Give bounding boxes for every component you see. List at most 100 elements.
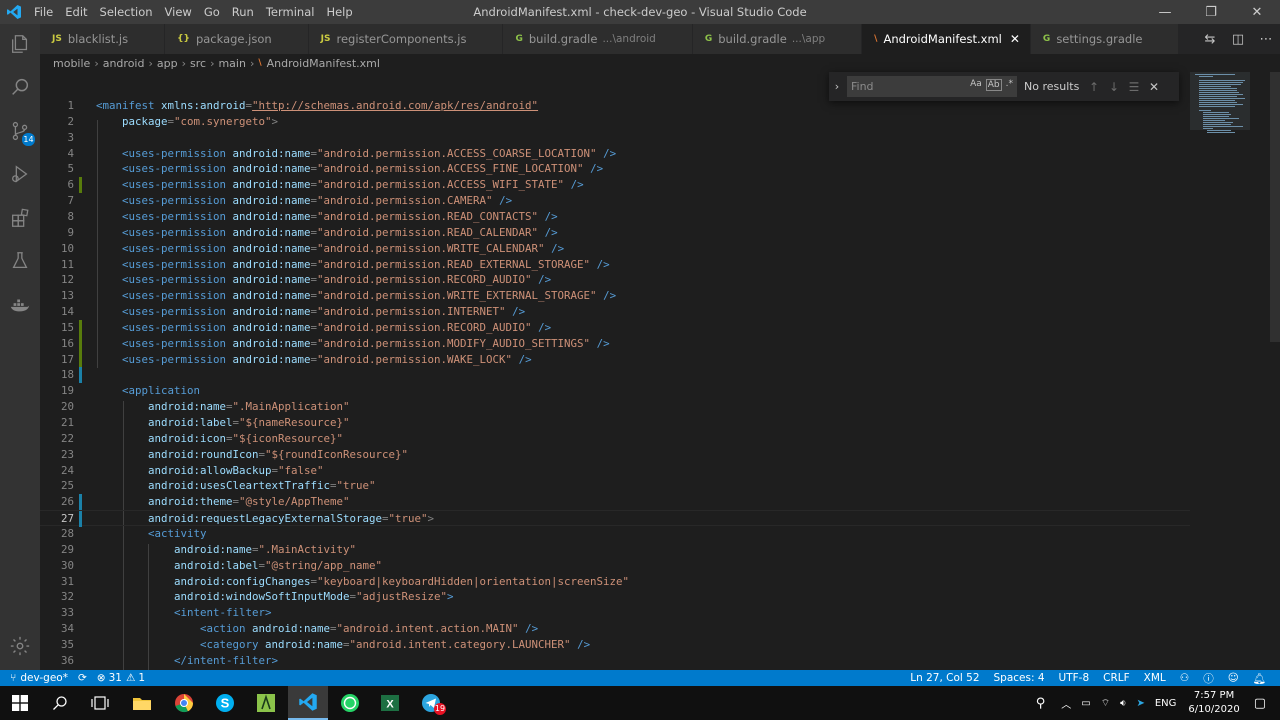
menu-run[interactable]: Run (226, 0, 260, 24)
menu-go[interactable]: Go (198, 0, 226, 24)
vscode-icon[interactable] (288, 686, 328, 720)
telegram-icon[interactable]: 19 (411, 686, 451, 720)
code-line[interactable]: 27 android:requestLegacyExternalStorage=… (40, 510, 1190, 527)
cursor-position[interactable]: Ln 27, Col 52 (910, 672, 979, 684)
code-line[interactable]: 22 android:icon="${iconResource}" (40, 431, 1190, 447)
code-line[interactable]: 26 android:theme="@style/AppTheme" (40, 494, 1190, 510)
battery-icon[interactable]: ▭ (1081, 698, 1090, 709)
code-line[interactable]: 28 <activity (40, 526, 1190, 542)
settings-gear-icon[interactable] (0, 626, 40, 666)
docker-icon[interactable] (0, 285, 40, 325)
breadcrumb-item[interactable]: mobile (53, 57, 90, 70)
warnings-count[interactable]: 1 (138, 672, 145, 684)
file-explorer-icon[interactable] (122, 686, 162, 720)
code-line[interactable]: 12 <uses-permission android:name="androi… (40, 272, 1190, 288)
breadcrumb-item[interactable]: src (190, 57, 206, 70)
code-line[interactable]: 7 <uses-permission android:name="android… (40, 193, 1190, 209)
git-change-marker[interactable] (79, 336, 82, 352)
telegram-tray-icon[interactable]: ➤ (1136, 698, 1144, 709)
live-share-icon[interactable]: ⚇ (1180, 672, 1189, 684)
use-regex-icon[interactable]: .* (1006, 79, 1013, 91)
maximize-button[interactable]: ❐ (1188, 0, 1234, 24)
source-control-icon[interactable]: 14 (0, 111, 40, 151)
code-line[interactable]: 10 <uses-permission android:name="androi… (40, 241, 1190, 257)
skype-icon[interactable]: S (205, 686, 245, 720)
problems-count[interactable]: 31 (109, 672, 122, 684)
tab-blacklist-js[interactable]: JS blacklist.js (40, 24, 166, 54)
menu-help[interactable]: Help (320, 0, 358, 24)
show-hidden-icons-icon[interactable]: ︿ (1061, 696, 1071, 711)
search-icon[interactable] (0, 67, 40, 107)
chrome-icon[interactable] (164, 686, 204, 720)
git-change-marker[interactable] (79, 367, 82, 383)
close-tab-icon[interactable]: ✕ (1010, 32, 1020, 46)
task-view-icon[interactable] (80, 686, 120, 720)
git-branch[interactable]: dev-geo* (20, 672, 68, 684)
code-line[interactable]: 2 package="com.synergeto"> (40, 114, 1190, 130)
code-line[interactable]: 19 <application (40, 383, 1190, 399)
code-line[interactable]: 35 <category android:name="android.inten… (40, 637, 1190, 653)
file-encoding[interactable]: UTF-8 (1059, 672, 1090, 684)
code-line[interactable]: 23 android:roundIcon="${roundIconResourc… (40, 447, 1190, 463)
code-editor[interactable]: 1 <manifest xmlns:android="http://schemas… (40, 72, 1280, 670)
code-line[interactable]: 14 <uses-permission android:name="androi… (40, 304, 1190, 320)
code-line[interactable]: 11 <uses-permission android:name="androi… (40, 257, 1190, 273)
code-line[interactable]: 33 <intent-filter> (40, 605, 1190, 621)
menu-selection[interactable]: Selection (94, 0, 159, 24)
menu-view[interactable]: View (159, 0, 198, 24)
files-icon[interactable] (0, 24, 40, 64)
git-change-marker[interactable] (79, 177, 82, 193)
code-line[interactable]: 29 android:name=".MainActivity" (40, 542, 1190, 558)
end-of-line[interactable]: CRLF (1103, 672, 1130, 684)
whatsapp-icon[interactable] (330, 686, 370, 720)
tab-android-manifest-xml[interactable]: \ AndroidManifest.xml ✕ (862, 24, 1031, 54)
code-line[interactable]: 24 android:allowBackup="false" (40, 463, 1190, 479)
code-line[interactable]: 5 <uses-permission android:name="android… (40, 161, 1190, 177)
tab-register-components-js[interactable]: JS registerComponents.js (308, 24, 504, 54)
testing-icon[interactable] (0, 241, 40, 281)
close-find-icon[interactable]: ✕ (1144, 80, 1164, 94)
minimize-button[interactable]: — (1142, 0, 1188, 24)
sync-icon[interactable]: ⟳ (78, 672, 87, 684)
error-icon[interactable]: ⊗ (97, 672, 106, 684)
excel-icon[interactable]: X (370, 686, 410, 720)
code-line[interactable]: 8 <uses-permission android:name="android… (40, 209, 1190, 225)
tweet-feedback-icon[interactable]: ☺ (1228, 672, 1239, 684)
match-whole-word-icon[interactable]: Ab (985, 79, 1002, 91)
find-input[interactable]: Find Aa Ab .* (847, 76, 1017, 97)
code-line[interactable]: 32 android:windowSoftInputMode="adjustRe… (40, 589, 1190, 605)
code-line[interactable]: 3 (40, 130, 1190, 146)
git-change-marker[interactable] (79, 352, 82, 368)
code-line[interactable]: 25 android:usesCleartextTraffic="true" (40, 478, 1190, 494)
git-change-marker[interactable] (79, 320, 82, 336)
find-in-selection-icon[interactable]: ☰ (1124, 80, 1144, 94)
git-change-marker[interactable] (79, 494, 82, 510)
code-line[interactable]: 6 <uses-permission android:name="android… (40, 177, 1190, 193)
clock[interactable]: 7:57 PM 6/10/2020 (1188, 689, 1239, 717)
people-icon[interactable]: ⚲ (1036, 696, 1046, 711)
breadcrumb-item[interactable]: android (103, 57, 145, 70)
notifications-bell-icon[interactable]: 🔔︎ (1253, 672, 1266, 685)
code-line[interactable]: 13 <uses-permission android:name="androi… (40, 288, 1190, 304)
tab-build-gradle-app[interactable]: G build.gradle ...\app (692, 24, 863, 54)
split-editor-icon[interactable]: ◫ (1224, 32, 1252, 47)
code-line[interactable]: 31 android:configChanges="keyboard|keybo… (40, 574, 1190, 590)
toggle-replace-icon[interactable]: › (829, 80, 845, 93)
tab-build-gradle-android[interactable]: G build.gradle ...\android (503, 24, 693, 54)
vscode-logo-icon[interactable] (0, 0, 28, 24)
code-line[interactable]: 30 android:label="@string/app_name" (40, 558, 1190, 574)
menu-terminal[interactable]: Terminal (260, 0, 321, 24)
run-debug-icon[interactable] (0, 154, 40, 194)
code-line[interactable]: 36 </intent-filter> (40, 653, 1190, 669)
previous-match-icon[interactable]: ↑ (1084, 80, 1104, 94)
info-icon[interactable]: ⓘ (1203, 671, 1214, 686)
code-line[interactable]: 15 <uses-permission android:name="androi… (40, 320, 1190, 336)
windows-start-icon[interactable] (0, 686, 40, 720)
indentation[interactable]: Spaces: 4 (994, 672, 1045, 684)
tab-settings-gradle[interactable]: G settings.gradle (1030, 24, 1180, 54)
more-actions-icon[interactable]: ⋯ (1252, 32, 1280, 47)
notifications-icon[interactable]: ▢ (1254, 696, 1266, 711)
code-line[interactable]: 9 <uses-permission android:name="android… (40, 225, 1190, 241)
git-change-marker[interactable] (79, 511, 82, 527)
code-line[interactable]: 34 <action android:name="android.intent.… (40, 621, 1190, 637)
